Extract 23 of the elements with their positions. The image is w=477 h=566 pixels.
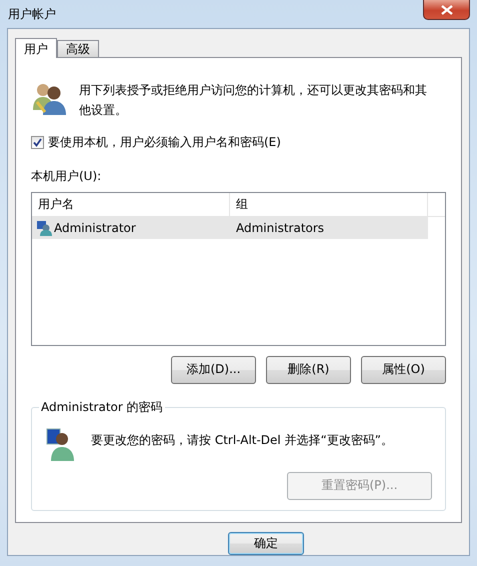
table-cell-text: Administrators xyxy=(236,220,324,237)
checkbox-label[interactable]: 要使用本机，用户必须输入用户名和密码(E) xyxy=(48,134,281,151)
button[interactable]: 添加(D)... xyxy=(171,356,256,384)
table-cell-text: Administrator xyxy=(54,220,136,237)
column-header[interactable]: 用户名 xyxy=(32,192,230,216)
description-text: 用下列表授予或拒绝用户访问您的计算机，还可以更改其密码和其他设置。 xyxy=(79,82,428,119)
close-icon xyxy=(440,4,452,14)
column-header[interactable]: 组 xyxy=(230,192,428,216)
close-button[interactable] xyxy=(423,0,470,20)
tab[interactable]: 用户 xyxy=(15,38,57,58)
list-label: 本机用户(U): xyxy=(31,168,102,185)
group-title: Administrator 的密码 xyxy=(40,398,164,416)
user-icon xyxy=(36,220,52,236)
button[interactable]: 删除(R) xyxy=(266,356,351,384)
window-title: 用户帐户 xyxy=(8,6,56,23)
instruction-text: 要更改您的密码，请按 Ctrl-Alt-Del 并选择“更改密码”。 xyxy=(91,432,394,449)
check-icon xyxy=(33,138,42,147)
checkbox[interactable] xyxy=(31,136,44,149)
tab[interactable]: 高级 xyxy=(57,40,99,57)
table-row[interactable]: Administrator Administrators xyxy=(32,216,428,239)
button[interactable]: 属性(O) xyxy=(361,356,446,384)
user-computer-icon xyxy=(45,426,77,462)
ok-button[interactable]: 确定 xyxy=(228,532,304,555)
